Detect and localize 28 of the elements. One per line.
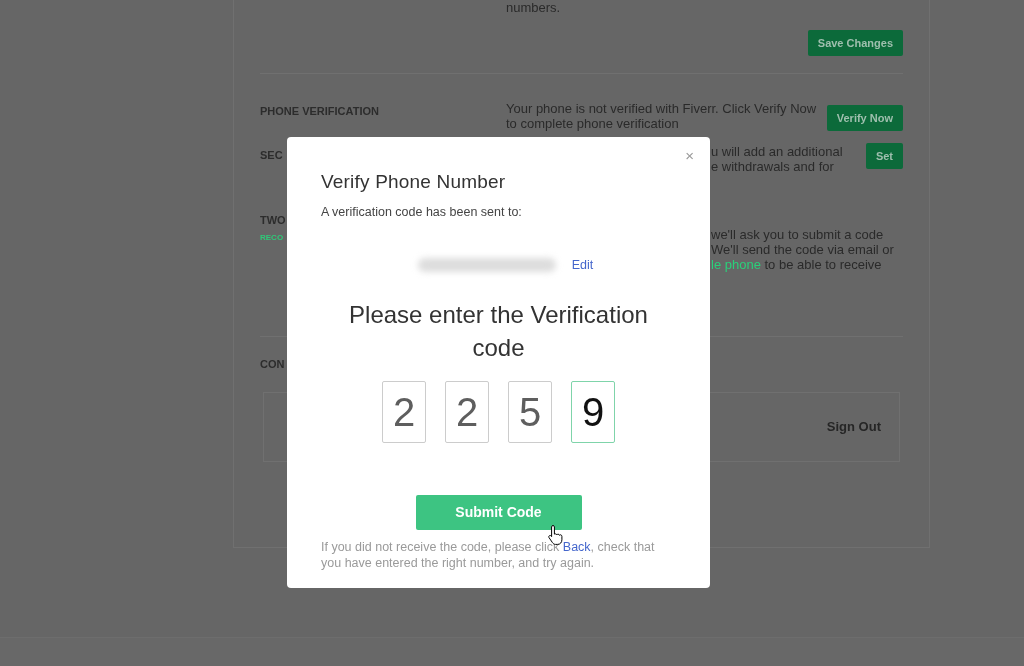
section-label: TWO <box>260 213 287 228</box>
submit-code-button[interactable]: Submit Code <box>415 495 582 531</box>
edit-link[interactable]: Edit <box>571 255 594 275</box>
mobile-phone-link[interactable]: le phone <box>711 257 761 272</box>
modal-subtitle: A verification code has been sent to: <box>321 203 523 221</box>
set-button[interactable]: Set <box>865 143 903 169</box>
section-description: e withdrawals and for <box>711 159 835 174</box>
section-description: We'll send the code via email or <box>711 242 895 257</box>
code-digit-field[interactable]: 2 <box>445 381 489 444</box>
verification-prompt: Please enter the Verification code <box>348 300 649 364</box>
code-digit-field[interactable]: 9 <box>571 381 615 444</box>
section-description: u will add an additional <box>711 144 843 159</box>
section-label: PHONE VERIFICATION <box>260 104 380 119</box>
body-text: numbers. <box>506 0 562 15</box>
back-link[interactable]: Back <box>562 540 591 555</box>
code-digit-field[interactable]: 5 <box>508 381 552 444</box>
code-digit-field[interactable]: 2 <box>382 381 426 444</box>
save-changes-button[interactable]: Save Changes <box>807 30 903 56</box>
section-label: CON <box>260 357 286 372</box>
sign-out-button[interactable]: Sign Out <box>826 416 881 437</box>
recommended-label: RECO <box>260 231 285 244</box>
section-description: we'll ask you to submit a code <box>711 227 885 242</box>
verify-now-button[interactable]: Verify Now <box>826 105 903 131</box>
modal-title: Verify Phone Number <box>321 171 507 194</box>
section-label: SEC <box>260 148 284 163</box>
help-text: If you did not receive the code, please click Back, check that you have entered the right number, and try again. <box>321 539 656 572</box>
close-button[interactable]: × <box>683 148 696 164</box>
section-description: le phone to be able to receive <box>711 257 883 272</box>
